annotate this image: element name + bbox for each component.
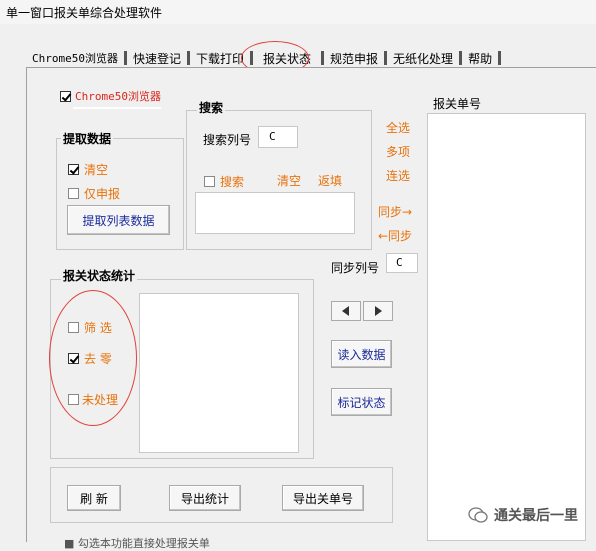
search-checkbox-row[interactable]: 搜索 xyxy=(204,173,244,190)
tab-divider xyxy=(384,51,388,65)
multi-select-link[interactable]: 多项 xyxy=(386,143,410,160)
sync-col-input[interactable]: C xyxy=(386,253,418,273)
clear-checkbox[interactable] xyxy=(68,164,79,175)
continuous-select-link[interactable]: 连选 xyxy=(386,167,410,184)
tab-chrome50[interactable]: Chrome50浏览器 xyxy=(28,50,122,66)
tab-divider xyxy=(321,51,325,65)
chrome50-checkbox-row[interactable]: Chrome50浏览器 xyxy=(60,88,161,104)
search-group-title: 搜索 xyxy=(197,99,226,116)
bottom-cut-text: ■ 勾选本功能直接处理报关单 xyxy=(64,537,210,550)
chrome50-checkbox[interactable] xyxy=(60,90,71,102)
only-declare-checkbox[interactable] xyxy=(68,188,79,199)
tab-divider xyxy=(498,51,502,65)
chrome50-underline xyxy=(73,107,161,109)
only-declare-checkbox-label: 仅申报 xyxy=(84,187,121,201)
extract-group-title: 提取数据 xyxy=(61,130,114,147)
clear-checkbox-label: 清空 xyxy=(84,163,109,177)
extract-list-button[interactable]: 提取列表数据 xyxy=(67,205,170,235)
left-triangle-icon xyxy=(342,306,349,316)
chrome50-checkbox-label: Chrome50浏览器 xyxy=(75,90,161,103)
right-triangle-icon xyxy=(375,306,382,316)
window-title: 单一窗口报关单综合处理软件 xyxy=(6,6,163,20)
tab-standard-declare[interactable]: 规范申报 xyxy=(326,50,382,67)
search-checkbox[interactable] xyxy=(204,176,215,187)
next-button[interactable] xyxy=(363,301,393,321)
search-col-input[interactable]: C xyxy=(258,126,298,148)
refresh-button[interactable]: 刷 新 xyxy=(67,485,121,511)
sync-col-label: 同步列号 xyxy=(331,261,380,275)
only-declare-checkbox-row[interactable]: 仅申报 xyxy=(68,185,120,202)
customs-number-title: 报关单号 xyxy=(433,97,482,111)
sync-right-link[interactable]: 同步→ xyxy=(378,203,412,220)
export-stats-button[interactable]: 导出统计 xyxy=(169,485,241,511)
watermark: 通关最后一里 xyxy=(468,505,578,525)
options-highlight xyxy=(49,290,137,426)
watermark-text: 通关最后一里 xyxy=(494,508,578,524)
tab-divider xyxy=(459,51,463,65)
search-checkbox-label: 搜索 xyxy=(220,175,245,189)
read-data-button[interactable]: 读入数据 xyxy=(331,340,392,368)
clear-checkbox-row[interactable]: 清空 xyxy=(68,161,108,178)
search-refill-link[interactable]: 返填 xyxy=(318,172,342,189)
tab-divider xyxy=(123,51,127,65)
tab-quick-register[interactable]: 快速登记 xyxy=(129,50,185,67)
status-stats-title: 报关状态统计 xyxy=(61,267,138,284)
nav-buttons xyxy=(331,301,393,321)
status-stats-box[interactable] xyxy=(139,293,299,453)
sync-left-link[interactable]: ←同步 xyxy=(378,227,412,244)
mark-status-button[interactable]: 标记状态 xyxy=(331,388,392,416)
tab-download-print[interactable]: 下载打印 xyxy=(192,50,248,67)
customs-number-list[interactable] xyxy=(427,113,586,541)
search-result-box[interactable] xyxy=(195,192,355,234)
search-col-label: 搜索列号 xyxy=(203,133,252,147)
tab-paperless[interactable]: 无纸化处理 xyxy=(389,50,457,67)
search-clear-link[interactable]: 清空 xyxy=(277,172,301,189)
export-numbers-button[interactable]: 导出关单号 xyxy=(282,485,364,511)
tab-help[interactable]: 帮助 xyxy=(464,50,496,67)
tab-divider xyxy=(187,51,190,65)
prev-button[interactable] xyxy=(331,301,361,321)
select-all-link[interactable]: 全选 xyxy=(386,119,410,136)
wechat-icon xyxy=(468,507,488,523)
